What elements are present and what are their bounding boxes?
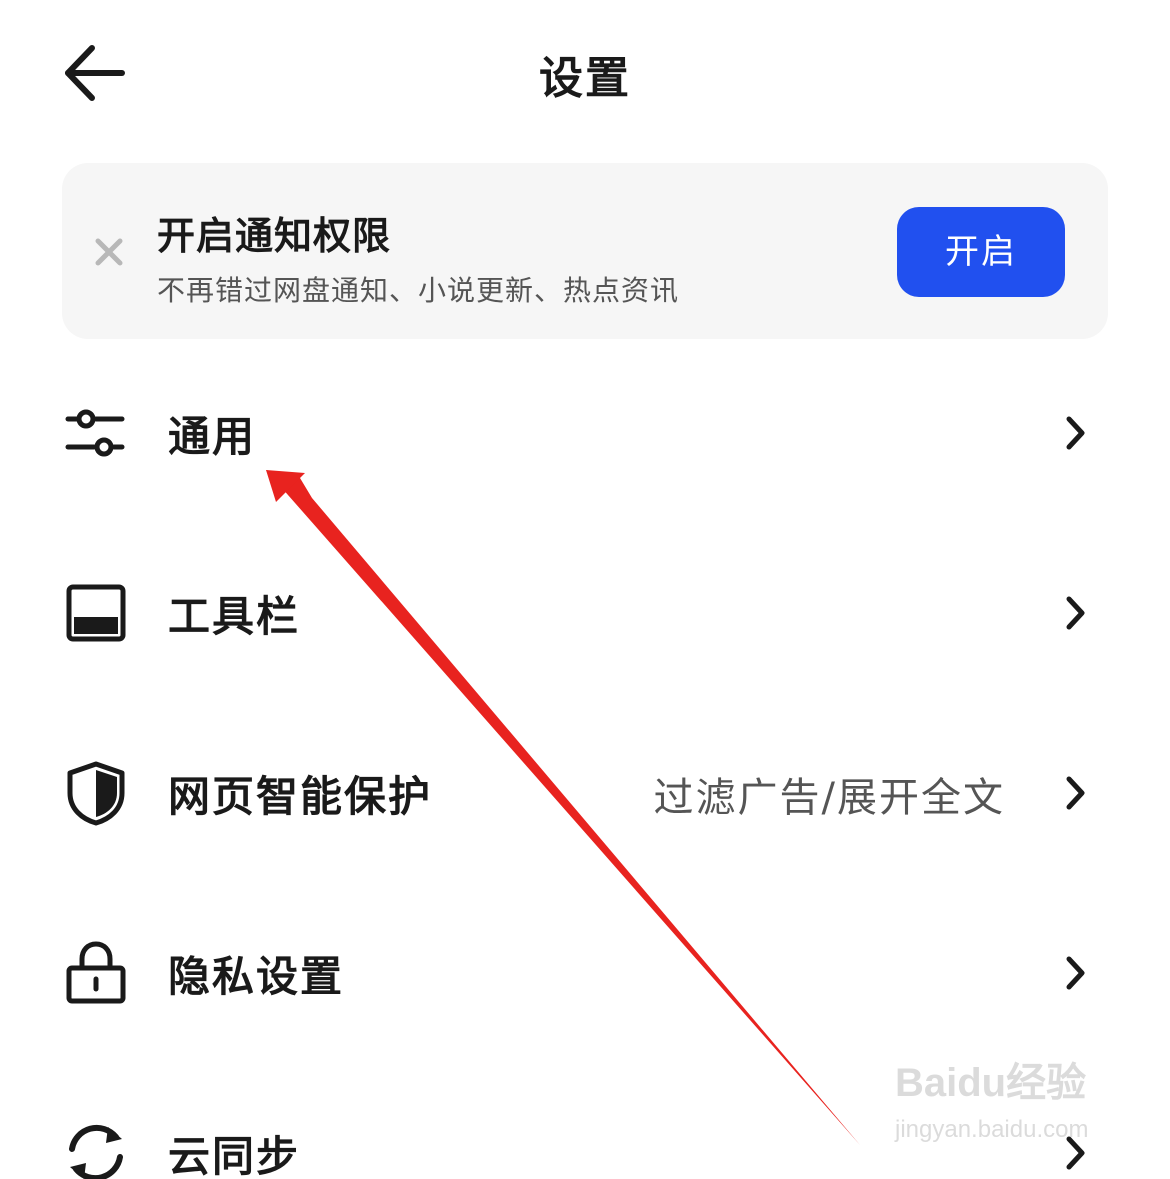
chevron-right-icon (1060, 593, 1090, 633)
shield-icon (62, 759, 130, 827)
close-icon (95, 238, 123, 266)
settings-row-general[interactable]: 通用 (0, 373, 1170, 493)
header: 设置 (0, 0, 1170, 150)
settings-row-label: 云同步 (168, 1132, 301, 1179)
sync-icon (62, 1119, 130, 1179)
banner-subtitle: 不再错过网盘通知、小说更新、热点资讯 (157, 274, 680, 307)
settings-row-privacy[interactable]: 隐私设置 (0, 913, 1170, 1033)
lock-icon (62, 939, 130, 1007)
settings-row-web-protection[interactable]: 网页智能保护 过滤广告/展开全文 (0, 733, 1170, 853)
settings-row-label: 通用 (168, 412, 257, 461)
chevron-right-icon (1060, 413, 1090, 453)
page-title: 设置 (539, 53, 631, 104)
notification-banner: 开启通知权限 不再错过网盘通知、小说更新、热点资讯 开启 (62, 163, 1108, 339)
sliders-icon (62, 399, 130, 467)
settings-row-label: 隐私设置 (168, 952, 345, 1001)
baidu-watermark: Baidu经验 jingyan.baidu.com (895, 1050, 1125, 1160)
banner-title: 开启通知权限 (157, 214, 392, 258)
toolbar-icon (62, 579, 130, 647)
chevron-right-icon (1060, 953, 1090, 993)
settings-row-label: 网页智能保护 (168, 772, 433, 821)
watermark-url: jingyan.baidu.com (895, 1116, 1089, 1143)
settings-row-value: 过滤广告/展开全文 (653, 775, 1005, 821)
settings-row-toolbar[interactable]: 工具栏 (0, 553, 1170, 673)
settings-row-label: 工具栏 (168, 592, 301, 641)
settings-page: 设置 开启通知权限 不再错过网盘通知、小说更新、热点资讯 开启 通用 工具栏 网… (0, 0, 1170, 1179)
enable-notification-button[interactable]: 开启 (897, 207, 1065, 297)
chevron-right-icon (1060, 773, 1090, 813)
watermark-logo: Baidu经验 (895, 1061, 1087, 1105)
banner-close-button[interactable] (92, 235, 126, 269)
